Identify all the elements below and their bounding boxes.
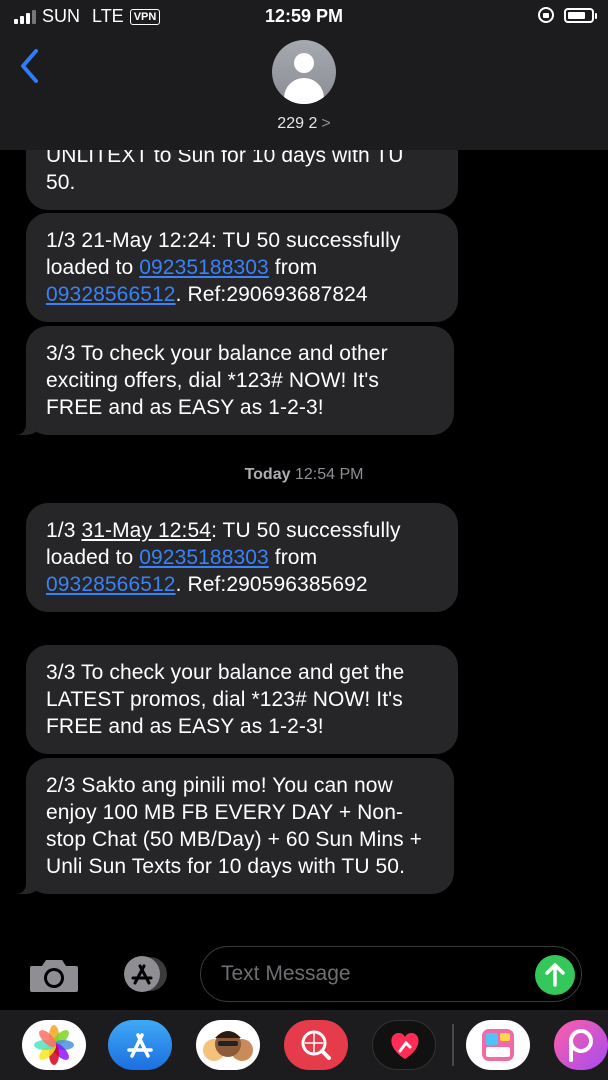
timestamp-time: 12:54 PM [294, 466, 364, 483]
date-link[interactable]: 31-May 12:54 [81, 519, 211, 542]
search-globe-app-icon[interactable] [284, 1020, 348, 1070]
contact-avatar[interactable] [272, 40, 336, 104]
digital-touch-app-icon[interactable] [372, 1020, 436, 1070]
phone-number-link[interactable]: 09235188303 [139, 546, 269, 569]
input-bar [0, 940, 608, 1010]
picsart-app-icon[interactable] [554, 1020, 608, 1070]
message-input[interactable] [221, 959, 521, 989]
contact-number: 229 2 [277, 115, 318, 132]
send-button[interactable] [535, 955, 575, 995]
message-text: 3/3 To check your balance and other exci… [46, 342, 388, 419]
message-text: 2/3 Sakto ang pinili mo! You can now enj… [46, 774, 423, 878]
camera-icon [30, 960, 78, 992]
message-text: 1/3 [46, 519, 82, 542]
message-text: from [268, 256, 318, 279]
app-store-button[interactable] [114, 954, 170, 994]
drawer-divider [452, 1024, 454, 1066]
message-bubble[interactable]: 1/3 21-May 12:24: TU 50 successfully loa… [26, 213, 458, 322]
camera-button[interactable] [28, 956, 80, 994]
phone-number-link[interactable]: 09328566512 [46, 573, 176, 596]
app-store-icon [124, 956, 167, 992]
chevron-right-icon: > [321, 115, 331, 132]
message-text: . Ref:290693687824 [175, 283, 368, 306]
orientation-lock-icon [538, 7, 554, 23]
timestamp-day: Today [244, 466, 291, 483]
message-text-field[interactable] [200, 946, 582, 1002]
message-bubble[interactable]: 3/3 To check your balance and get the LA… [26, 645, 458, 754]
contact-name[interactable]: 229 2 > [0, 115, 608, 133]
app-drawer [0, 1010, 608, 1080]
message-text: . Ref:290596385692 [175, 573, 368, 596]
phone-number-link[interactable]: 09328566512 [46, 283, 176, 306]
timestamp: Today 12:54 PM [0, 466, 608, 484]
clock: 12:59 PM [264, 6, 344, 26]
message-text: UNLITEXT to Sun for 10 days with TU 50. [46, 144, 404, 194]
collage-app-icon[interactable] [466, 1020, 530, 1070]
back-button[interactable] [16, 46, 46, 86]
message-text: 3/3 To check your balance and get the LA… [46, 661, 405, 738]
app-store-app-icon[interactable] [108, 1020, 172, 1070]
conversation-header: SUN LTE VPN 12:59 PM 229 2 > [0, 0, 608, 150]
battery-icon [564, 7, 597, 23]
arrow-up-icon [545, 963, 565, 987]
message-text: from [268, 546, 318, 569]
message-bubble[interactable]: 3/3 To check your balance and other exci… [12, 326, 454, 435]
message-bubble[interactable]: 1/3 31-May 12:54: TU 50 successfully loa… [26, 503, 458, 612]
chevron-left-icon [21, 49, 38, 83]
status-bar: SUN LTE VPN 12:59 PM [0, 0, 608, 34]
message-bubble[interactable]: 2/3 Sakto ang pinili mo! You can now enj… [12, 758, 454, 894]
memoji-app-icon[interactable] [196, 1020, 260, 1070]
photos-app-icon[interactable] [22, 1020, 86, 1070]
phone-number-link[interactable]: 09235188303 [139, 256, 269, 279]
